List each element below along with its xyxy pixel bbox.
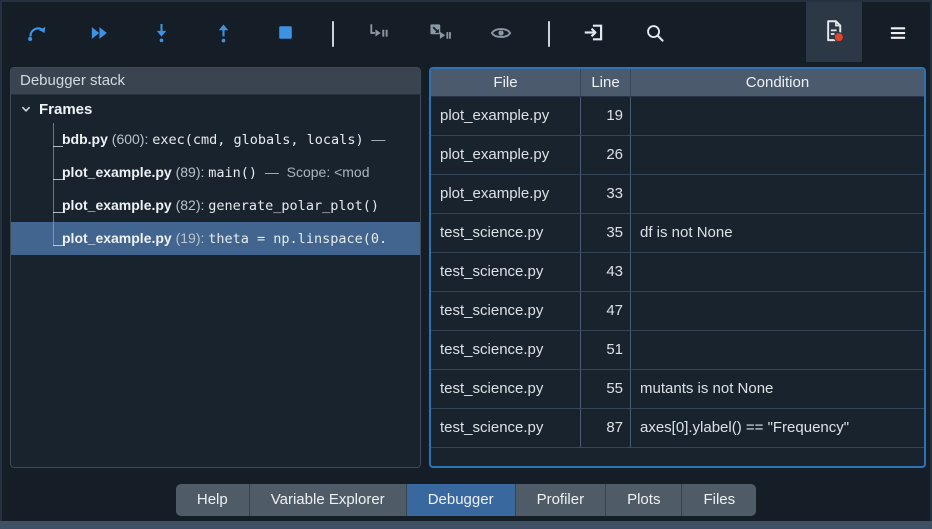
breakpoint-condition-cell[interactable]: df is not None [631, 214, 924, 253]
tree-branch-icon [53, 189, 65, 222]
toolbar-separator [332, 21, 334, 47]
frame-line-number: (19): [175, 230, 205, 246]
debug-toolbar [2, 2, 930, 62]
breakpoint-condition-cell[interactable] [631, 175, 924, 214]
breakpoint-line-cell[interactable]: 47 [581, 292, 631, 331]
eye-icon [489, 21, 513, 48]
frame-line-number: (82): [175, 197, 205, 213]
breakpoint-line-cell[interactable]: 35 [581, 214, 631, 253]
frame-line-number: (600): [111, 131, 149, 147]
frame-item[interactable]: plot_example.py (19): theta = np.linspac… [11, 222, 420, 255]
frame-code: exec(cmd, globals, locals) [152, 132, 364, 148]
tab-plots[interactable]: Plots [606, 484, 683, 516]
hamburger-menu-icon [887, 22, 909, 47]
breakpoint-condition-cell[interactable] [631, 136, 924, 175]
arrow-up-icon [212, 21, 235, 47]
breakpoint-file-cell[interactable]: test_science.py [431, 292, 581, 331]
tree-branch-icon [53, 222, 65, 255]
breakpoint-condition-cell[interactable]: mutants is not None [631, 370, 924, 409]
run-current-line-button[interactable] [15, 12, 59, 56]
breakpoint-line-cell[interactable]: 55 [581, 370, 631, 409]
breakpoint-condition-cell[interactable] [631, 253, 924, 292]
continue-execution-button[interactable] [77, 12, 121, 56]
frame-code: generate_polar_plot() [208, 198, 379, 214]
tab-files[interactable]: Files [682, 484, 757, 516]
frames-list: bdb.py (600): exec(cmd, globals, locals)… [11, 123, 420, 255]
breakpoint-file-cell[interactable]: plot_example.py [431, 175, 581, 214]
breakpoint-condition-cell[interactable] [631, 292, 924, 331]
tab-debugger[interactable]: Debugger [406, 484, 516, 516]
breakpoint-line-cell[interactable]: 51 [581, 331, 631, 370]
frame-filename: plot_example.py [62, 230, 176, 246]
tab-help[interactable]: Help [175, 484, 250, 516]
debug-cell-icon [427, 21, 451, 48]
frames-root-item[interactable]: Frames [11, 95, 420, 123]
debugger-stack-title: Debugger stack [11, 68, 420, 95]
debugger-stack-panel: Debugger stack Frames bdb.py (600): exec… [10, 67, 421, 468]
search-button[interactable] [633, 12, 677, 56]
breakpoint-file-cell[interactable]: test_science.py [431, 409, 581, 448]
column-header-line[interactable]: Line [581, 69, 631, 97]
breakpoints-table: File Line Condition plot_example.py 19 plo… [431, 69, 924, 448]
tree-branch-icon [53, 156, 65, 189]
step-return-button[interactable] [201, 12, 245, 56]
arrow-down-icon [150, 21, 173, 47]
tab-profiler[interactable]: Profiler [515, 484, 607, 516]
debug-cell-button[interactable] [417, 12, 461, 56]
breakpoint-file-cell[interactable]: test_science.py [431, 370, 581, 409]
search-icon [644, 22, 666, 47]
column-header-condition[interactable]: Condition [631, 69, 924, 97]
breakpoint-line-cell[interactable]: 43 [581, 253, 631, 292]
breakpoint-file-cell[interactable]: test_science.py [431, 331, 581, 370]
breakpoint-condition-cell[interactable] [631, 97, 924, 136]
breakpoints-panel: File Line Condition plot_example.py 19 plo… [429, 67, 926, 468]
window-bottom-edge [0, 521, 932, 529]
frame-item[interactable]: plot_example.py (89): main() — Scope: <m… [11, 156, 420, 189]
frame-scope-info: — [363, 131, 386, 147]
breakpoint-line-cell[interactable]: 26 [581, 136, 631, 175]
run-current-line-icon [25, 21, 49, 48]
breakpoints-table-toggle-button[interactable] [806, 2, 862, 62]
stop-square-icon [275, 22, 296, 46]
breakpoint-line-cell[interactable]: 33 [581, 175, 631, 214]
debug-file-button[interactable] [355, 12, 399, 56]
options-menu-button[interactable] [874, 12, 922, 56]
frame-item[interactable]: plot_example.py (82): generate_polar_plo… [11, 189, 420, 222]
frame-filename: plot_example.py [62, 164, 176, 180]
goto-editor-button[interactable] [571, 12, 615, 56]
breakpoint-file-cell[interactable]: test_science.py [431, 214, 581, 253]
column-header-file[interactable]: File [431, 69, 581, 97]
toolbar-separator [548, 21, 550, 47]
frame-filename: bdb.py [62, 131, 112, 147]
tree-branch-icon [53, 123, 65, 156]
frame-item[interactable]: bdb.py (600): exec(cmd, globals, locals)… [11, 123, 420, 156]
step-into-button[interactable] [139, 12, 183, 56]
debug-file-icon [366, 21, 389, 47]
breakpoint-line-cell[interactable]: 87 [581, 409, 631, 448]
chevron-down-icon[interactable] [18, 102, 33, 117]
debugger-pane-window: Debugger stack Frames bdb.py (600): exec… [0, 0, 932, 529]
frames-root-label: Frames [39, 100, 93, 118]
goto-editor-icon [582, 21, 605, 47]
breakpoint-file-cell[interactable]: plot_example.py [431, 97, 581, 136]
breakpoint-file-cell[interactable]: test_science.py [431, 253, 581, 292]
tab-variable-explorer[interactable]: Variable Explorer [249, 484, 407, 516]
breakpoint-condition-cell[interactable] [631, 331, 924, 370]
breakpoint-document-icon [821, 18, 847, 47]
breakpoint-condition-cell[interactable]: axes[0].ylabel() == "Frequency" [631, 409, 924, 448]
stop-debugging-button[interactable] [263, 12, 307, 56]
fast-forward-icon [88, 22, 110, 47]
show-output-button[interactable] [479, 12, 523, 56]
frame-line-number: (89): [175, 164, 205, 180]
frame-code: main() [208, 165, 258, 181]
breakpoint-line-cell[interactable]: 19 [581, 97, 631, 136]
plugin-tabs-group: Help Variable Explorer Debugger Profiler Plo… [175, 484, 757, 516]
frame-scope-info: — Scope: <mod [257, 164, 370, 180]
frame-code: theta = np.linspace(0. [208, 231, 388, 247]
plugin-tabbar: Help Variable Explorer Debugger Profiler Plo… [0, 484, 932, 516]
breakpoint-file-cell[interactable]: plot_example.py [431, 136, 581, 175]
frame-filename: plot_example.py [62, 197, 176, 213]
